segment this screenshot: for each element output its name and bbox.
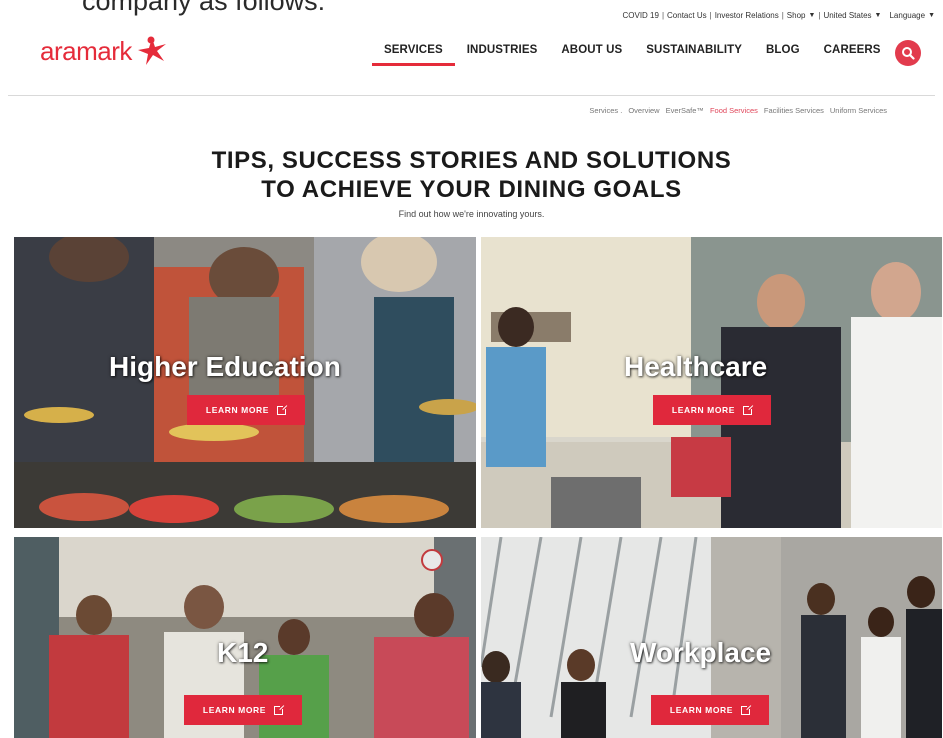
- utility-bar: COVID 19 | Contact Us | Investor Relatio…: [622, 11, 935, 20]
- utility-divider: |: [709, 11, 712, 20]
- subnav-uniform-services[interactable]: Uniform Services: [830, 106, 887, 115]
- utility-language-dropdown[interactable]: Language ▼: [889, 11, 935, 20]
- caret-down-icon: ▼: [874, 12, 882, 19]
- region-label: United States: [823, 11, 872, 20]
- nav-blog[interactable]: BLOG: [766, 44, 800, 64]
- utility-contact-link[interactable]: Contact Us: [667, 11, 707, 20]
- utility-shop-dropdown[interactable]: Shop ▼: [787, 11, 816, 20]
- tile-healthcare[interactable]: Healthcare LEARN MORE: [481, 237, 942, 528]
- document-fragment: company as follows:: [82, 0, 326, 16]
- shop-label: Shop: [786, 11, 806, 20]
- nav-about-us[interactable]: ABOUT US: [561, 44, 622, 64]
- subnav-food-services[interactable]: Food Services: [710, 106, 758, 115]
- logo-wordmark: aramark: [40, 35, 132, 66]
- subnav-eversafe[interactable]: EverSafe™: [666, 106, 704, 115]
- learn-more-button-k12[interactable]: LEARN MORE: [184, 695, 302, 725]
- learn-more-label: LEARN MORE: [205, 405, 270, 415]
- main-nav: SERVICES INDUSTRIES ABOUT US SUSTAINABIL…: [372, 44, 905, 66]
- tile-k12[interactable]: K12 LEARN MORE: [14, 537, 476, 738]
- utility-investor-link[interactable]: Investor Relations: [715, 11, 779, 20]
- title-line-1: TIPS, SUCCESS STORIES AND SOLUTIONS: [211, 147, 732, 174]
- nav-sustainability[interactable]: SUSTAINABILITY: [646, 44, 742, 64]
- external-link-icon: [274, 703, 286, 715]
- utility-divider: |: [818, 11, 821, 20]
- tile-label-healthcare: Healthcare: [624, 351, 768, 382]
- nav-industries[interactable]: INDUSTRIES: [467, 44, 538, 64]
- nav-services[interactable]: SERVICES: [372, 44, 455, 66]
- utility-covid-link[interactable]: COVID 19: [622, 11, 658, 20]
- utility-divider: |: [781, 11, 784, 20]
- learn-more-button-higher-education[interactable]: LEARN MORE: [187, 395, 305, 425]
- tile-label-k12: K12: [217, 637, 269, 668]
- learn-more-label: LEARN MORE: [202, 705, 267, 715]
- learn-more-button-healthcare[interactable]: LEARN MORE: [653, 395, 771, 425]
- subnav-overview[interactable]: Overview: [628, 106, 659, 115]
- subnav-services[interactable]: Services .: [589, 106, 622, 115]
- external-link-icon: [741, 703, 753, 715]
- title-line-2: TO ACHIEVE YOUR DINING GOALS: [261, 176, 682, 203]
- header-divider: [8, 95, 935, 96]
- utility-divider: |: [661, 11, 665, 20]
- learn-more-label: LEARN MORE: [669, 705, 734, 715]
- tile-higher-education[interactable]: Higher Education LEARN MORE: [14, 237, 476, 528]
- utility-region-dropdown[interactable]: United States ▼: [824, 11, 882, 20]
- aramark-logo[interactable]: aramark: [40, 34, 169, 68]
- language-label: Language: [889, 11, 926, 20]
- external-link-icon: [743, 403, 755, 415]
- search-button[interactable]: [895, 40, 921, 66]
- external-link-icon: [277, 403, 289, 415]
- learn-more-button-workplace[interactable]: LEARN MORE: [651, 695, 769, 725]
- tile-label-higher-education: Higher Education: [109, 351, 341, 382]
- page-subtitle: Find out how we're innovating yours.: [398, 209, 545, 219]
- page-title: TIPS, SUCCESS STORIES AND SOLUTIONS TO A…: [0, 146, 943, 204]
- subnav-facilities-services[interactable]: Facilities Services: [764, 106, 824, 115]
- learn-more-label: LEARN MORE: [671, 405, 736, 415]
- tile-workplace[interactable]: Workplace LEARN MORE: [481, 537, 942, 738]
- tile-label-workplace: Workplace: [630, 637, 772, 668]
- nav-careers[interactable]: CAREERS: [824, 44, 881, 64]
- logo-star-icon: [137, 36, 166, 65]
- caret-down-icon: ▼: [808, 12, 816, 19]
- search-icon: [902, 47, 915, 60]
- sub-nav: Services . Overview EverSafe™ Food Servi…: [583, 106, 887, 115]
- caret-down-icon: ▼: [928, 12, 935, 19]
